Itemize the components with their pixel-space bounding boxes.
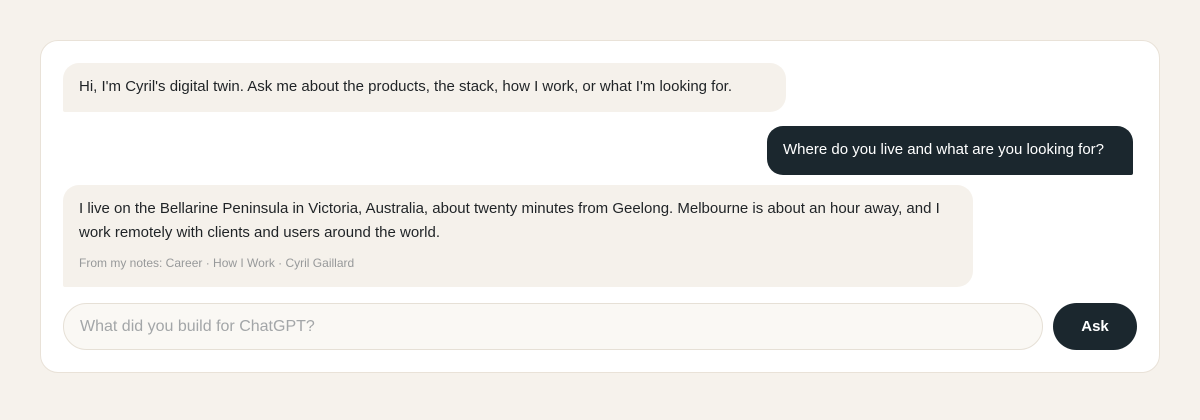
assistant-message-greeting: Hi, I'm Cyril's digital twin. Ask me abo… [63, 63, 786, 112]
user-message: Where do you live and what are you looki… [767, 126, 1133, 175]
assistant-message-answer: I live on the Bellarine Peninsula in Vic… [63, 185, 973, 287]
message-text: I live on the Bellarine Peninsula in Vic… [79, 200, 940, 241]
message-text: Hi, I'm Cyril's digital twin. Ask me abo… [79, 78, 733, 95]
message-text: Where do you live and what are you looki… [783, 141, 1105, 158]
question-input[interactable] [63, 303, 1043, 350]
chat-panel: Hi, I'm Cyril's digital twin. Ask me abo… [40, 40, 1160, 373]
ask-button[interactable]: Ask [1053, 303, 1137, 350]
message-sources: From my notes: Career · How I Work · Cyr… [79, 256, 355, 270]
